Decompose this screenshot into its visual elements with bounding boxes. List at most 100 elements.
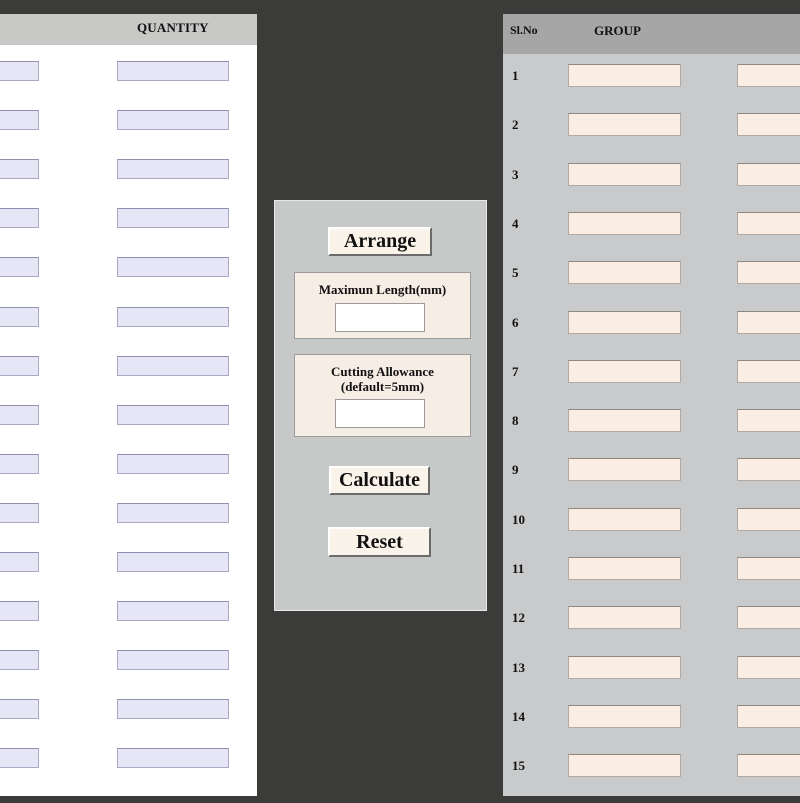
row-number: 10: [512, 511, 525, 527]
row-number: 14: [512, 708, 525, 724]
quantity-input[interactable]: [117, 110, 229, 131]
group-output[interactable]: [568, 754, 681, 778]
quantity-input[interactable]: [117, 404, 229, 425]
result-output[interactable]: [737, 359, 800, 383]
length-input[interactable]: [0, 502, 39, 523]
result-output[interactable]: [737, 261, 800, 285]
result-output[interactable]: [737, 655, 800, 679]
quantity-column-header: QUANTITY: [137, 20, 209, 35]
group-output[interactable]: [568, 409, 681, 433]
quantity-input[interactable]: [117, 748, 229, 769]
max-length-label: Maximun Length(mm): [318, 282, 447, 297]
row-number: 2: [512, 117, 519, 133]
group-output[interactable]: [568, 359, 681, 383]
row-number: 4: [512, 215, 519, 231]
group-output[interactable]: [568, 557, 681, 580]
slno-column-header: Sl.No: [510, 23, 538, 37]
length-input[interactable]: [0, 208, 39, 229]
group-output[interactable]: [568, 162, 681, 186]
row-number: 6: [512, 314, 519, 330]
row-number: 12: [512, 610, 525, 626]
result-panel: Sl.No GROUP 1 2 3 4 5 6 7 8 9 10 11 12 13 14 15: [503, 14, 800, 796]
max-length-group: Maximun Length(mm): [294, 272, 471, 339]
reset-button[interactable]: Reset: [328, 527, 431, 557]
length-input[interactable]: [0, 355, 39, 376]
length-input[interactable]: [0, 159, 39, 180]
result-output[interactable]: [737, 162, 800, 186]
length-input[interactable]: [0, 61, 39, 81]
length-input[interactable]: [0, 404, 39, 425]
result-output[interactable]: [737, 754, 800, 778]
quantity-input[interactable]: [117, 257, 229, 278]
length-input[interactable]: [0, 748, 39, 769]
left-table-row: [0, 552, 257, 574]
right-table-header: Sl.No GROUP: [503, 14, 800, 54]
left-table-row: [0, 208, 257, 230]
length-input[interactable]: [0, 453, 39, 474]
left-table-row: [0, 502, 257, 525]
group-output[interactable]: [568, 655, 681, 679]
left-table-row: [0, 61, 257, 83]
length-input[interactable]: [0, 257, 39, 278]
result-output[interactable]: [737, 507, 800, 531]
result-output[interactable]: [737, 64, 800, 87]
result-output[interactable]: [737, 409, 800, 433]
group-output[interactable]: [568, 113, 681, 137]
row-number: 1: [512, 68, 519, 83]
result-table-row: 3: [503, 162, 800, 187]
group-output[interactable]: [568, 458, 681, 482]
calculate-button[interactable]: Calculate: [329, 466, 430, 495]
group-output[interactable]: [568, 606, 681, 630]
result-output[interactable]: [737, 211, 800, 235]
result-table-row: 10: [503, 507, 800, 532]
group-output[interactable]: [568, 211, 681, 235]
max-length-input[interactable]: [335, 303, 425, 332]
result-table-row: 13: [503, 655, 800, 680]
result-table-row: 4: [503, 211, 800, 236]
group-output[interactable]: [568, 64, 681, 87]
length-input[interactable]: [0, 650, 39, 671]
result-output[interactable]: [737, 704, 800, 728]
row-number: 3: [512, 166, 519, 182]
length-input[interactable]: [0, 306, 39, 327]
arrange-button[interactable]: Arrange: [328, 227, 432, 256]
left-table-row: [0, 257, 257, 279]
length-input[interactable]: [0, 552, 39, 572]
quantity-input[interactable]: [117, 699, 229, 720]
result-output[interactable]: [737, 557, 800, 580]
group-column-header: GROUP: [594, 23, 641, 38]
group-output[interactable]: [568, 261, 681, 285]
row-number: 5: [512, 265, 519, 281]
length-input[interactable]: [0, 699, 39, 720]
length-input[interactable]: [0, 601, 39, 622]
result-output[interactable]: [737, 458, 800, 482]
result-table-row: 6: [503, 310, 800, 335]
result-table-row: 7: [503, 359, 800, 384]
quantity-input[interactable]: [117, 650, 229, 671]
quantity-input[interactable]: [117, 552, 229, 572]
left-table-row: [0, 748, 257, 770]
quantity-input[interactable]: [117, 601, 229, 622]
quantity-input[interactable]: [117, 453, 229, 474]
result-table-row: 15: [503, 754, 800, 778]
length-input[interactable]: [0, 110, 39, 131]
result-table-row: 2: [503, 113, 800, 137]
quantity-input[interactable]: [117, 159, 229, 180]
group-output[interactable]: [568, 507, 681, 531]
quantity-input[interactable]: [117, 306, 229, 327]
group-output[interactable]: [568, 704, 681, 728]
left-table-row: [0, 601, 257, 623]
row-number: 9: [512, 462, 519, 478]
result-table-row: 14: [503, 704, 800, 729]
result-table-row: 12: [503, 606, 800, 630]
quantity-input[interactable]: [117, 502, 229, 523]
quantity-input[interactable]: [117, 208, 229, 229]
result-output[interactable]: [737, 606, 800, 630]
cutting-allowance-input[interactable]: [335, 399, 425, 428]
result-output[interactable]: [737, 310, 800, 334]
quantity-input[interactable]: [117, 61, 229, 81]
left-table-row: [0, 355, 257, 378]
result-output[interactable]: [737, 113, 800, 137]
group-output[interactable]: [568, 310, 681, 334]
quantity-input[interactable]: [117, 355, 229, 376]
